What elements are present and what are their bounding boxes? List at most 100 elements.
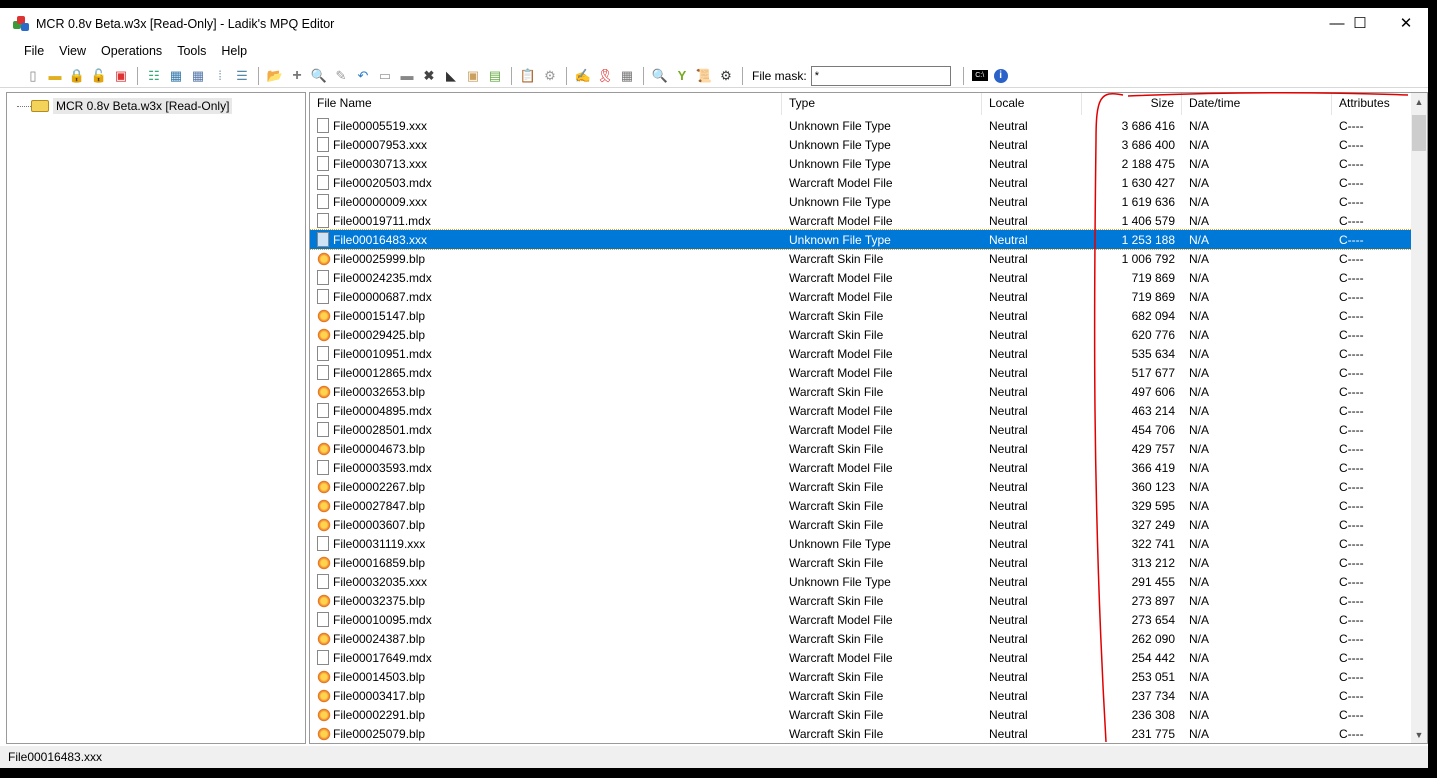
menu-file[interactable]: File — [24, 44, 44, 58]
listfile-icon[interactable]: ▤ — [487, 68, 503, 84]
table-row[interactable]: File00019711.mdx Warcraft Model File Neutr… — [310, 211, 1412, 230]
file-settings-icon[interactable]: ⚙ — [542, 68, 558, 84]
new-archive-icon[interactable]: ▯ — [25, 68, 41, 84]
view-list-icon[interactable]: ⁞ — [212, 68, 228, 84]
table-icon[interactable]: ▦ — [619, 68, 635, 84]
cell-date-time: N/A — [1189, 612, 1210, 627]
vertical-scrollbar[interactable]: ▲ ▼ — [1411, 93, 1427, 743]
menu-tools[interactable]: Tools — [177, 44, 206, 58]
file-mask-input[interactable]: * — [810, 65, 951, 86]
console-icon[interactable]: C:\ — [971, 70, 988, 81]
file-icon — [317, 213, 329, 228]
table-row[interactable]: File00004895.mdx Warcraft Model File Neutr… — [310, 401, 1412, 420]
table-row[interactable]: File00010095.mdx Warcraft Model File Neutr… — [310, 610, 1412, 629]
maximize-button[interactable]: ☐ — [1337, 8, 1383, 38]
cell-file-type: Warcraft Model File — [789, 346, 893, 361]
table-row[interactable]: File00032375.blp Warcraft Skin File Neutra… — [310, 591, 1412, 610]
cell-date-time: N/A — [1189, 726, 1210, 741]
table-row[interactable]: File00004673.blp Warcraft Skin File Neutra… — [310, 439, 1412, 458]
table-row[interactable]: File00027847.blp Warcraft Skin File Neutra… — [310, 496, 1412, 515]
table-row[interactable]: File00024387.blp Warcraft Skin File Neutra… — [310, 629, 1412, 648]
view-small-icons-icon[interactable]: ▦ — [168, 68, 184, 84]
table-row[interactable]: File00030713.xxx Unknown File Type Neutral… — [310, 154, 1412, 173]
edit-icon[interactable]: ✎ — [333, 68, 349, 84]
open-folder-icon[interactable]: 📂 — [267, 68, 283, 84]
search-icon[interactable]: 🔍 — [652, 68, 668, 84]
rename-icon[interactable]: ▭ — [377, 68, 393, 84]
table-row[interactable]: File00003593.mdx Warcraft Model File Neutr… — [310, 458, 1412, 477]
lock-icon[interactable]: 🔒 — [69, 68, 85, 84]
column-date-time[interactable]: Date/time — [1182, 93, 1332, 115]
delete-icon[interactable]: ✖ — [421, 68, 437, 84]
table-row[interactable]: File00012865.mdx Warcraft Model File Neutr… — [310, 363, 1412, 382]
settings-gear-icon[interactable]: ⚙ — [718, 68, 734, 84]
clipboard-icon[interactable]: 📋 — [520, 68, 536, 84]
table-row[interactable]: File00025999.blp Warcraft Skin File Neutra… — [310, 249, 1412, 268]
column-size[interactable]: Size — [1082, 93, 1182, 115]
table-row[interactable]: File00007953.xxx Unknown File Type Neutral… — [310, 135, 1412, 154]
cell-file-type: Unknown File Type — [789, 156, 891, 171]
script-icon[interactable]: 📜 — [696, 68, 712, 84]
table-row[interactable]: File00025079.blp Warcraft Skin File Neutra… — [310, 724, 1412, 743]
menu-operations[interactable]: Operations — [101, 44, 162, 58]
table-row[interactable]: File00000687.mdx Warcraft Model File Neutr… — [310, 287, 1412, 306]
tree-item-root[interactable]: MCR 0.8v Beta.w3x [Read-Only] — [17, 98, 233, 114]
table-row[interactable]: File00024235.mdx Warcraft Model File Neutr… — [310, 268, 1412, 287]
add-icon[interactable]: + — [289, 67, 305, 84]
column-locale[interactable]: Locale — [982, 93, 1082, 115]
view-file-icon[interactable]: 🔍 — [311, 68, 327, 84]
cell-locale: Neutral — [989, 517, 1028, 532]
table-row[interactable]: File00014503.blp Warcraft Skin File Neutra… — [310, 667, 1412, 686]
cell-attributes: C---- — [1339, 270, 1364, 285]
table-row[interactable]: File00032653.blp Warcraft Skin File Neutra… — [310, 382, 1412, 401]
certificate-icon[interactable]: 🎗 — [597, 68, 614, 84]
table-row[interactable]: File00005519.xxx Unknown File Type Neutral… — [310, 116, 1412, 135]
view-grid-icon[interactable]: ▦ — [190, 68, 206, 84]
view-details-icon[interactable]: ☰ — [234, 68, 250, 84]
table-row[interactable]: File00028501.mdx Warcraft Model File Neutr… — [310, 420, 1412, 439]
cell-attributes: C---- — [1339, 175, 1364, 190]
scroll-thumb[interactable] — [1412, 115, 1426, 151]
table-row[interactable]: File00015147.blp Warcraft Skin File Neutra… — [310, 306, 1412, 325]
table-row[interactable]: File00032035.xxx Unknown File Type Neutral… — [310, 572, 1412, 591]
table-row[interactable]: File00010951.mdx Warcraft Model File Neutr… — [310, 344, 1412, 363]
file-icon — [317, 289, 329, 304]
cell-file-type: Warcraft Model File — [789, 213, 893, 228]
column-type[interactable]: Type — [782, 93, 982, 115]
view-large-icons-icon[interactable]: ☷ — [146, 68, 162, 84]
cell-size: 231 775 — [1131, 726, 1175, 741]
cell-attributes: C---- — [1339, 460, 1364, 475]
open-archive-icon[interactable]: ▬ — [47, 68, 63, 84]
scroll-down-icon[interactable]: ▼ — [1411, 726, 1427, 743]
table-row[interactable]: File00016859.blp Warcraft Skin File Neutra… — [310, 553, 1412, 572]
column-file-name[interactable]: File Name — [310, 93, 782, 115]
unlock-icon[interactable]: 🔓 — [91, 68, 107, 84]
table-row[interactable]: File00002291.blp Warcraft Skin File Neutra… — [310, 705, 1412, 724]
table-row[interactable]: File00020503.mdx Warcraft Model File Neutr… — [310, 173, 1412, 192]
close-button[interactable]: ✕ — [1383, 8, 1429, 38]
scroll-up-icon[interactable]: ▲ — [1411, 93, 1427, 110]
merge-icon[interactable]: Y — [674, 68, 690, 84]
extract-icon[interactable]: ◣ — [443, 68, 459, 84]
new-folder-icon[interactable]: ▬ — [399, 68, 415, 84]
cell-date-time: N/A — [1189, 194, 1210, 209]
info-icon[interactable]: i — [993, 68, 1008, 83]
table-row[interactable]: File00017649.mdx Warcraft Model File Neutr… — [310, 648, 1412, 667]
undo-icon[interactable]: ↶ — [355, 68, 371, 84]
close-archive-icon[interactable]: ▣ — [113, 68, 129, 84]
cell-size: 535 634 — [1131, 346, 1175, 361]
table-row[interactable]: File00003607.blp Warcraft Skin File Neutra… — [310, 515, 1412, 534]
table-row[interactable]: File00003417.blp Warcraft Skin File Neutra… — [310, 686, 1412, 705]
table-row[interactable]: File00016483.xxx Unknown File Type Neutral… — [310, 229, 1413, 250]
package-icon[interactable]: ▣ — [465, 68, 481, 84]
table-row[interactable]: File00031119.xxx Unknown File Type Neutral… — [310, 534, 1412, 553]
column-attributes[interactable]: Attributes — [1332, 93, 1412, 115]
cell-size: 291 455 — [1131, 574, 1175, 589]
table-row[interactable]: File00002267.blp Warcraft Skin File Neutra… — [310, 477, 1412, 496]
table-row[interactable]: File00029425.blp Warcraft Skin File Neutra… — [310, 325, 1412, 344]
notes-icon[interactable]: ✍ — [575, 68, 591, 84]
menu-help[interactable]: Help — [221, 44, 247, 58]
menu-view[interactable]: View — [59, 44, 86, 58]
file-icon — [317, 118, 329, 133]
table-row[interactable]: File00000009.xxx Unknown File Type Neutral… — [310, 192, 1412, 211]
